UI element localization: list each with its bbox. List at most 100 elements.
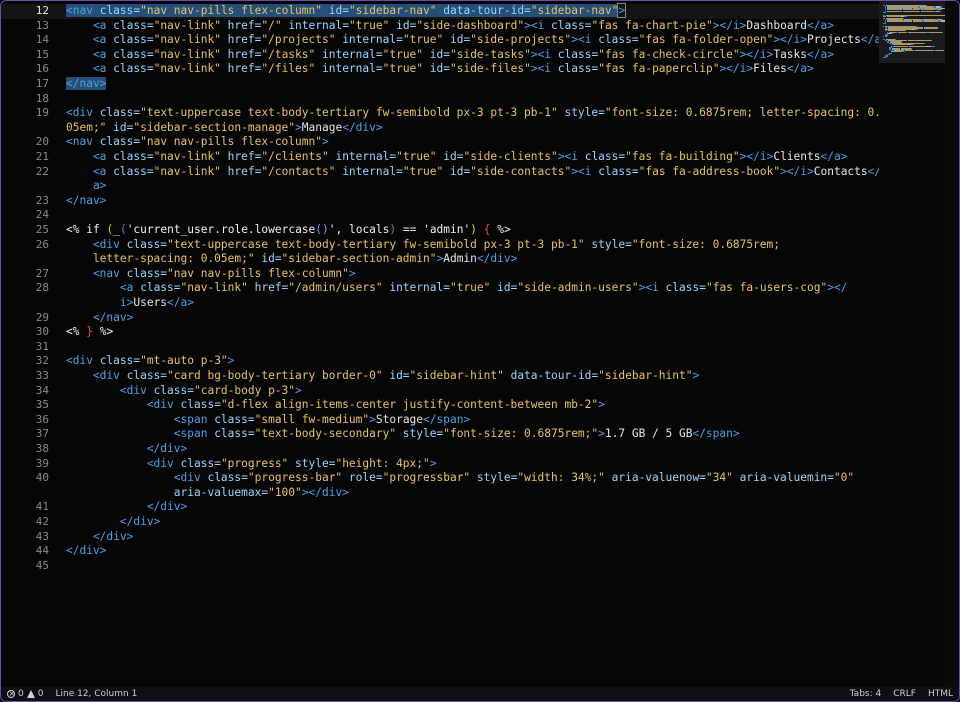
- code-token: ></: [827, 281, 848, 295]
- vertical-scrollbar[interactable]: [945, 1, 959, 687]
- code-token: "card bg-body-tertiary border-0": [167, 369, 390, 382]
- problems-indicator[interactable]: 0 0: [7, 687, 43, 701]
- code-token: id=: [396, 18, 417, 32]
- code-token: "fas fa-address-book": [638, 164, 781, 178]
- code-token: id=: [113, 120, 134, 134]
- cursor-position[interactable]: Line 12, Column 1: [55, 687, 137, 701]
- code-token: id=: [449, 33, 471, 47]
- code-token: <div: [66, 369, 127, 382]
- code-token: %>: [92, 325, 114, 339]
- code-token: >: [369, 412, 376, 426]
- line-code: <nav class="nav nav-pills flex-column" i…: [66, 3, 627, 19]
- line-code: <div class="progress" style="height: 4px…: [66, 457, 437, 472]
- code-token: "font-size: 0.6875rem;": [443, 427, 599, 441]
- minimap-token: [889, 20, 895, 22]
- code-token: href=: [227, 164, 262, 178]
- code-token: class=: [113, 18, 154, 32]
- minimap-token: [883, 12, 887, 14]
- line-code: <a class="nav-link" href="/" internal="t…: [66, 19, 834, 34]
- minimap-token: [931, 45, 935, 47]
- code-token: style=: [591, 237, 632, 251]
- code-token: style=: [295, 456, 336, 470]
- code-token: ></i>: [739, 150, 774, 163]
- code-token: "true": [402, 164, 450, 178]
- code-token: ></div>: [301, 485, 349, 499]
- code-token: internal=: [342, 33, 403, 47]
- code-token: <nav: [66, 266, 127, 280]
- code-token: "nav-link": [180, 281, 255, 295]
- code-token: "nav nav-pills flex-column": [140, 4, 329, 17]
- indentation-setting[interactable]: Tabs: 4: [850, 687, 882, 701]
- code-token: aria-valuemax=: [66, 485, 269, 499]
- code-token: "nav-link": [153, 164, 228, 178]
- code-token: >: [617, 3, 627, 18]
- code-token: href=: [227, 150, 262, 163]
- code-token: id=: [389, 369, 410, 382]
- minimap-token: [883, 56, 887, 59]
- code-token: "text-body-secondary": [254, 427, 403, 441]
- line-ending-setting[interactable]: CRLF: [893, 687, 916, 701]
- code-token: </div>: [66, 529, 134, 543]
- line-code: <div class="mt-auto p-3">: [66, 354, 234, 369]
- code-token: 05em;": [66, 120, 114, 134]
- code-token: "side-files": [449, 62, 531, 76]
- line-code: <a class="nav-link" href="/admin/users" …: [66, 281, 848, 296]
- line-number: 16: [35, 62, 49, 76]
- minimap-token: [907, 49, 915, 52]
- code-token: ></i>: [712, 18, 747, 32]
- code-token: class=: [557, 62, 599, 76]
- code-token: ></i>: [780, 164, 814, 178]
- line-number: 27: [35, 266, 49, 280]
- code-token: "sidebar-hint": [598, 369, 693, 382]
- code-editor[interactable]: 12 <nav class="nav nav-pills flex-column"…: [1, 1, 879, 687]
- code-token: aria-valuemin=: [739, 471, 834, 485]
- minimap-token: [924, 14, 946, 17]
- line-code: </div>: [66, 500, 187, 515]
- code-token: class=: [113, 33, 154, 47]
- code-token: internal=: [321, 47, 383, 61]
- line-code: <div class="card-body p-3">: [66, 384, 302, 399]
- code-token: class=: [126, 266, 168, 280]
- line-number: 40: [35, 471, 49, 485]
- code-token: class=: [126, 237, 168, 251]
- code-token: <div: [66, 471, 208, 485]
- minimap-token: [898, 10, 903, 12]
- code-token: class=: [153, 383, 194, 397]
- code-token: internal=: [335, 150, 397, 163]
- minimap-token: [924, 10, 934, 12]
- line-number: 20: [35, 135, 49, 149]
- code-token: class=: [99, 106, 141, 120]
- code-token: class=: [584, 150, 626, 163]
- code-token: Projects: [807, 33, 861, 47]
- code-token: >: [598, 427, 605, 441]
- code-token: </nav>: [66, 77, 107, 90]
- language-mode[interactable]: HTML: [928, 687, 953, 701]
- code-token: >: [227, 354, 235, 368]
- code-token: "true": [402, 33, 450, 47]
- line-number: 35: [35, 398, 49, 412]
- minimap-token: [941, 31, 944, 33]
- code-token: "sidebar-hint": [409, 369, 511, 382]
- code-token: </a>: [807, 18, 834, 32]
- code-token: ><i: [571, 164, 599, 178]
- line-number: 28: [35, 281, 49, 295]
- code-token: href=: [227, 47, 262, 61]
- code-token: "0": [833, 471, 855, 485]
- code-token: ><i: [530, 47, 558, 61]
- minimap-token: [924, 40, 932, 42]
- line-code: <nav class="nav nav-pills flex-column">: [66, 267, 356, 282]
- line-number: 38: [35, 442, 49, 455]
- code-token: "fas fa-paperclip": [598, 62, 720, 76]
- minimap[interactable]: [879, 1, 947, 687]
- minimap-token: [938, 10, 941, 12]
- code-token: href=: [227, 18, 262, 32]
- code-token: class=: [99, 4, 141, 17]
- code-token: "side-dashboard": [416, 18, 525, 32]
- code-token: </div>: [66, 544, 107, 558]
- line-code: <span class="small fw-medium">Storage</s…: [66, 413, 470, 428]
- code-token: class=: [113, 62, 154, 76]
- line-number: 45: [35, 558, 49, 572]
- code-token: id=: [443, 150, 464, 163]
- code-token: a>: [66, 179, 107, 193]
- code-token: class=: [113, 47, 154, 61]
